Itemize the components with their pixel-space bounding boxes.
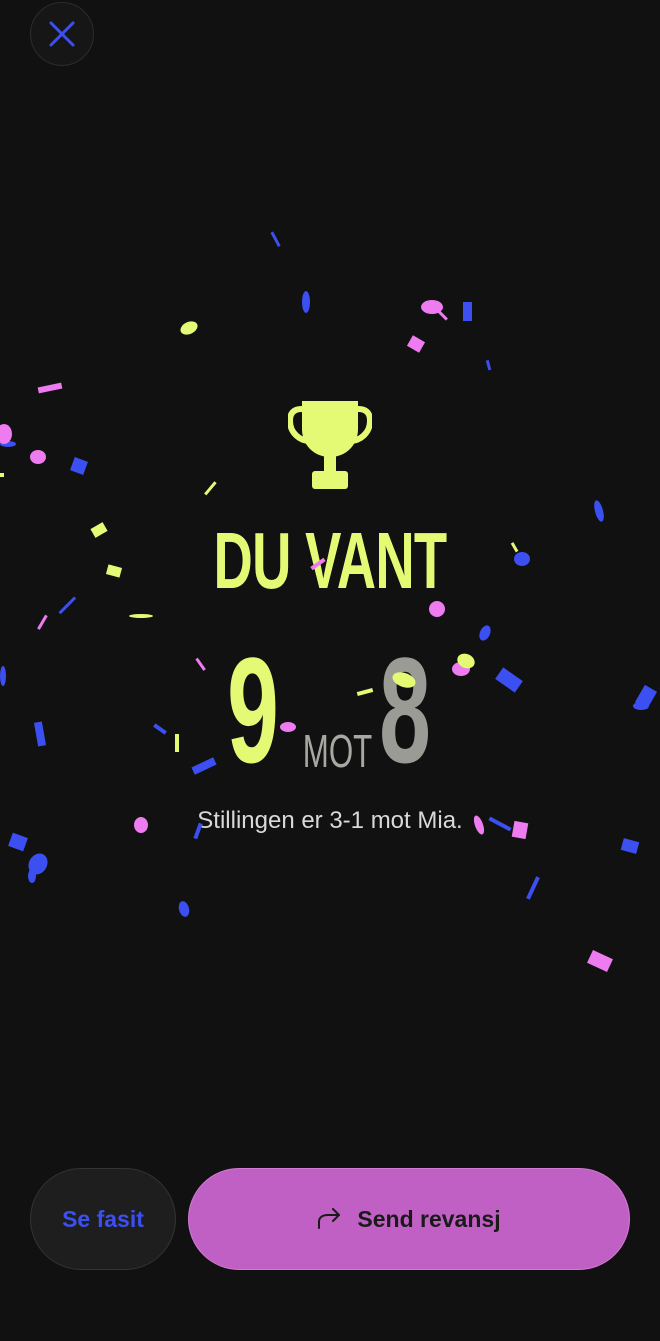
confetti-piece <box>270 231 281 248</box>
confetti-piece <box>620 838 640 854</box>
confetti-piece <box>0 424 12 444</box>
confetti-piece <box>0 441 16 447</box>
trophy-icon <box>288 401 372 489</box>
confetti-piece <box>37 382 63 394</box>
confetti-piece <box>28 869 36 883</box>
confetti-piece <box>463 302 472 321</box>
confetti-piece <box>180 321 198 335</box>
confetti-piece <box>178 901 190 917</box>
confetti-piece <box>70 457 88 475</box>
confetti-piece <box>129 614 153 618</box>
confetti-piece <box>485 359 492 371</box>
confetti-piece <box>30 450 46 464</box>
confetti-piece <box>204 481 217 496</box>
confetti-piece <box>302 291 310 313</box>
confetti-piece <box>437 310 448 321</box>
result-headline: DU VANT <box>213 516 448 605</box>
send-rematch-button[interactable]: Send revansj <box>188 1168 630 1270</box>
share-arrow-icon <box>318 1208 341 1229</box>
score-row: 9 MOT 8 <box>0 626 660 794</box>
confetti-piece <box>28 853 48 875</box>
confetti-piece <box>526 876 540 900</box>
see-answers-button[interactable]: Se fasit <box>30 1168 176 1270</box>
send-rematch-label: Send revansj <box>357 1205 501 1232</box>
see-answers-label: Se fasit <box>62 1205 144 1232</box>
confetti-piece <box>58 596 77 615</box>
confetti-piece <box>594 500 604 522</box>
confetti-piece <box>421 300 443 314</box>
confetti-piece <box>587 950 613 972</box>
confetti-piece <box>0 473 4 477</box>
player-score: 9 <box>227 626 279 794</box>
close-button[interactable] <box>30 2 94 66</box>
match-status: Stillingen er 3-1 mot Mia. <box>197 807 463 834</box>
close-icon <box>49 21 75 47</box>
opponent-score: 8 <box>379 626 431 794</box>
confetti-piece <box>406 335 426 353</box>
confetti-piece <box>37 614 48 630</box>
score-separator: MOT <box>302 725 373 777</box>
